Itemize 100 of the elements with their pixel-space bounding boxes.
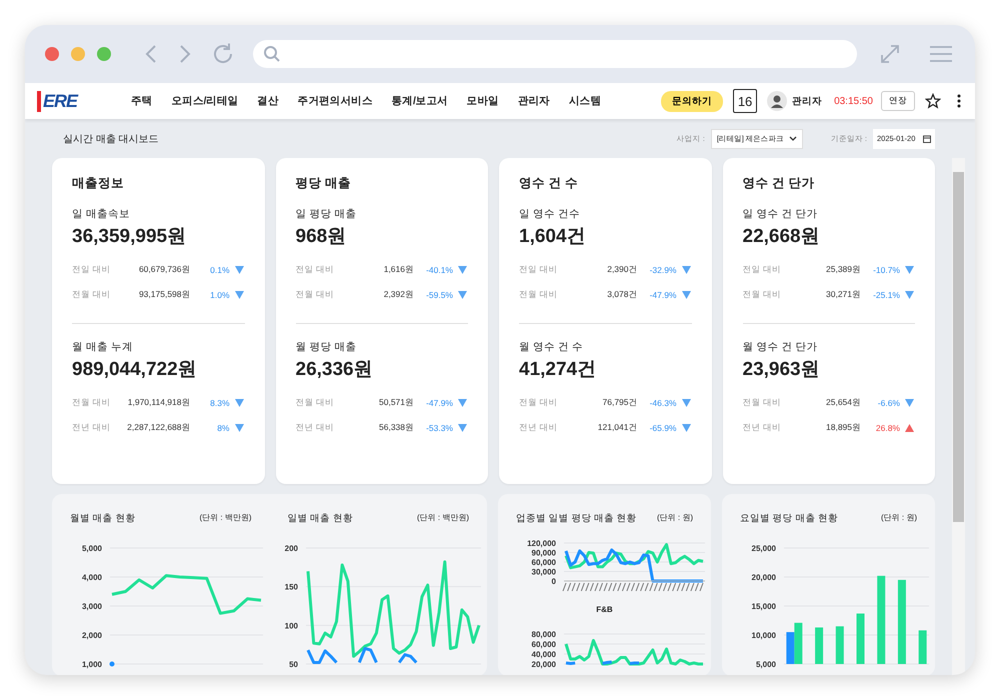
change-rate: -40.1% xyxy=(425,264,453,274)
nav-item[interactable]: 오피스/리테일 xyxy=(171,94,238,108)
metric-label: 일 영수 건 단가 xyxy=(742,207,818,222)
axis-label: 4,000 xyxy=(82,573,102,582)
axis-label: 50 xyxy=(288,660,298,669)
unit-label: (단위 : 원) xyxy=(881,512,917,524)
axis-label: 1,000 xyxy=(82,660,102,669)
change-rate: 8% xyxy=(216,422,230,432)
extend-button[interactable]: 연장 xyxy=(881,91,915,111)
bar xyxy=(836,626,844,664)
card-title: 영수 건 단가 xyxy=(742,175,816,192)
close-button[interactable] xyxy=(45,47,59,61)
nav-item[interactable]: 주택 xyxy=(131,94,152,108)
comparison-label: 전월 대비 xyxy=(742,288,781,300)
minimize-button[interactable] xyxy=(71,47,85,61)
inquiry-button[interactable]: 문의하기 xyxy=(661,90,724,112)
change-rate: -6.6% xyxy=(876,398,900,408)
metric-label: 일 평당 매출 xyxy=(296,207,358,222)
comparison-amount: 1,970,114,918원 xyxy=(126,396,190,408)
axis-label: 100 xyxy=(284,621,298,630)
axis-label: 25,000 xyxy=(752,544,776,553)
calendar-icon[interactable]: 16 xyxy=(733,89,758,113)
unit-label: (단위 : 원) xyxy=(657,512,693,524)
bar xyxy=(815,627,824,664)
axis-label: 60,000 xyxy=(532,558,556,567)
user-name: 관리자 xyxy=(792,94,822,108)
maximize-button[interactable] xyxy=(97,47,111,61)
comparison-label: 전년 대비 xyxy=(296,422,334,434)
metric-value: 1,604건 xyxy=(519,225,587,249)
comparison-amount: 56,338원 xyxy=(378,422,414,434)
metric-value: 989,044,722원 xyxy=(72,358,198,382)
axis-label: 60,000 xyxy=(532,640,556,649)
unit-label: (단위 : 백만원) xyxy=(200,512,252,524)
calendar-icon xyxy=(923,134,931,142)
axis-label: 80,000 xyxy=(532,630,556,639)
axis-label: 90,000 xyxy=(532,548,556,558)
change-rate: -10.7% xyxy=(872,264,900,274)
change-rate: -53.3% xyxy=(425,422,453,432)
scrollbar[interactable] xyxy=(952,158,965,675)
expand-icon[interactable] xyxy=(879,43,901,65)
axis-label: 200 xyxy=(284,544,298,553)
logo[interactable]: ERE xyxy=(37,90,109,112)
chart-heading: 월별 매출 현황 xyxy=(70,512,136,526)
change-rate: 0.1% xyxy=(209,264,230,274)
change-rate: -25.1% xyxy=(872,290,900,300)
nav-item[interactable]: 시스템 xyxy=(568,94,601,108)
comparison-amount: 2,392원 xyxy=(382,288,414,300)
more-icon[interactable] xyxy=(957,94,961,108)
metric-label: 일 매출속보 xyxy=(72,207,131,222)
menu-icon[interactable] xyxy=(929,44,953,64)
axis-label: 15,000 xyxy=(752,602,776,611)
comparison-label: 전일 대비 xyxy=(296,264,334,276)
back-icon[interactable] xyxy=(145,44,157,64)
metric-value: 968원 xyxy=(296,225,348,249)
comparison-label: 전일 대비 xyxy=(519,264,558,276)
comparison-amount: 76,795건 xyxy=(602,396,638,408)
comparison-label: 전년 대비 xyxy=(72,422,110,434)
axis-label: 5,000 xyxy=(756,660,776,669)
comparison-label: 전년 대비 xyxy=(519,422,558,434)
session-timer: 03:15:50 xyxy=(834,96,873,106)
axis-label: 5,000 xyxy=(82,544,102,553)
nav-item[interactable]: 모바일 xyxy=(466,94,499,108)
search-icon xyxy=(263,45,281,63)
chart-heading: 일별 매출 현황 xyxy=(288,512,353,526)
bar xyxy=(794,622,802,664)
address-field[interactable] xyxy=(253,40,857,68)
unit-label: (단위 : 백만원) xyxy=(417,512,469,524)
comparison-amount: 93,175,598원 xyxy=(138,288,190,300)
axis-label: 30,000 xyxy=(532,568,556,576)
metric-value: 23,963원 xyxy=(742,358,821,382)
metric-value: 41,274건 xyxy=(519,358,598,382)
axis-label: 20,000 xyxy=(752,573,776,582)
page-title: 실시간 매출 대시보드 xyxy=(63,132,159,146)
chart-heading: 요일별 평당 매출 현황 xyxy=(740,512,838,526)
comparison-label: 전월 대비 xyxy=(519,396,558,408)
axis-label: 0 xyxy=(552,577,556,586)
nav-item[interactable]: 결산 xyxy=(257,94,279,108)
change-rate: -59.5% xyxy=(425,290,453,300)
change-rate: -47.9% xyxy=(648,290,676,300)
comparison-amount: 50,571원 xyxy=(378,396,414,408)
comparison-amount: 2,287,122,688원 xyxy=(126,422,190,434)
nav-item[interactable]: 관리자 xyxy=(518,94,550,108)
avatar-icon[interactable] xyxy=(767,91,788,111)
star-icon[interactable] xyxy=(925,93,941,109)
comparison-label: 전일 대비 xyxy=(742,264,781,276)
metric-value: 26,336원 xyxy=(296,358,374,382)
nav-item[interactable]: 주거편의서비스 xyxy=(298,94,373,108)
bar xyxy=(786,632,794,664)
card-title: 영수 건 수 xyxy=(519,175,579,192)
comparison-label: 전년 대비 xyxy=(742,422,781,434)
comparison-amount: 2,390건 xyxy=(606,264,638,276)
comparison-amount: 121,041건 xyxy=(596,422,638,434)
change-rate: 1.0% xyxy=(209,290,230,300)
axis-label: 2,000 xyxy=(82,631,102,640)
nav-item[interactable]: 통계/보고서 xyxy=(392,94,448,108)
data-point xyxy=(110,662,115,666)
comparison-amount: 30,271원 xyxy=(825,288,861,300)
reload-icon[interactable] xyxy=(211,42,235,66)
comparison-amount: 25,654원 xyxy=(825,396,861,408)
forward-icon[interactable] xyxy=(179,44,191,64)
